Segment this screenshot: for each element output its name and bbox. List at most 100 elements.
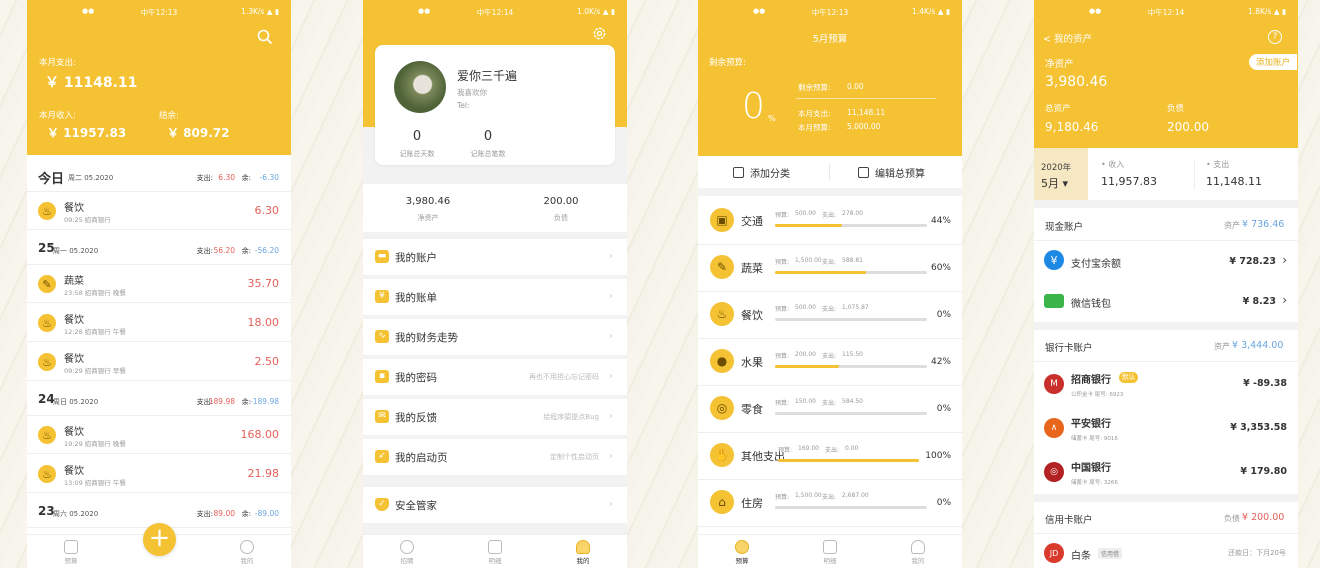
account-tag: 信用借	[1098, 548, 1123, 559]
account-wechat[interactable]: 微信钱包 ¥ 8.23 ›	[1034, 283, 1298, 321]
menu-hint: 再也不用担心忘记密码	[529, 373, 599, 381]
menu-item-6[interactable]: ➶ 我的启动页 定制个性启动页 ›	[363, 439, 627, 475]
bank-amount: ¥ 3,353.58	[1230, 422, 1287, 433]
tab-mine[interactable]: 我的	[227, 540, 267, 565]
transaction-row[interactable]: ✎ 蔬菜 23:58 招商银行 晚餐 35.70	[27, 265, 291, 303]
category-budget: 1,500.00	[795, 257, 822, 264]
tab-detail-label: 明细	[823, 557, 837, 565]
day-header: 24 周日 05.2020 支出: 189.98 余: -189.98	[27, 382, 291, 416]
menu-item-5[interactable]: ✉ 我的反馈 给程序猿提点Bug ›	[363, 399, 627, 435]
credit-account-section: 信用卡账户 负债 ¥ 200.00 JD 白条 信用借 还款日：下月20号	[1034, 502, 1298, 568]
category-spent-label: 支出:	[822, 400, 837, 407]
tab-budget[interactable]: 预算	[722, 540, 762, 565]
add-record-button[interactable]: +	[143, 523, 176, 556]
budget-category-row[interactable]: ✎ 蔬菜 预算: 1,500.00 支出: 588.81 60%	[698, 246, 962, 292]
account-alipay[interactable]: ¥ 支付宝余额 ¥ 728.23 ›	[1034, 242, 1298, 280]
budget-progress-bar	[775, 506, 927, 509]
status-bar: ●● 中午12:14 1.0K/s ▲ ▮	[363, 6, 627, 20]
budget-progress-fill	[775, 271, 867, 274]
add-account-button[interactable]: 添加账户	[1249, 54, 1298, 70]
tab-mine[interactable]: 我的	[563, 540, 603, 565]
bank-account-row[interactable]: ∧ 平安银行 储蓄卡 尾号: 9016 ¥ 3,353.58	[1034, 408, 1298, 450]
chevron-right-icon: ›	[608, 497, 613, 510]
category-name: 餐饮	[741, 309, 763, 322]
category-spent-label: 支出:	[822, 353, 837, 360]
profile-screen: ●● 中午12:14 1.0K/s ▲ ▮ 爱你三千遍 我喜欢你 Tel: 0 …	[363, 0, 627, 568]
transaction-row[interactable]: ♨ 餐饮 19:29 招商银行 晚餐 168.00	[27, 416, 291, 454]
settings-gear-icon[interactable]	[592, 26, 607, 41]
boc-bank-icon: ◎	[1044, 462, 1064, 482]
menu-item-4[interactable]: ▪ 我的密码 再也不用担心忘记密码 ›	[363, 359, 627, 395]
menu-item-1[interactable]: ▬ 我的账户 ›	[363, 239, 627, 275]
budget-progress-fill	[778, 459, 919, 462]
budget-progress-bar	[778, 459, 919, 462]
transaction-meta: 09:25 招商银行	[64, 216, 111, 224]
day-date: 周二 05.2020	[68, 174, 114, 182]
add-category-button[interactable]: 添加分类	[733, 165, 790, 180]
credit-section-kind: 负债	[1224, 514, 1240, 523]
balance-value: ￥ 809.72	[167, 126, 230, 140]
day-header: 今日 周二 05.2020 支出: 6.30 余: -6.30	[27, 158, 291, 192]
asset-summary[interactable]: 3,980.46 净资产 200.00 负债	[363, 184, 627, 232]
transaction-row[interactable]: ♨ 餐饮 12:28 招商银行 午餐 18.00	[27, 304, 291, 342]
month-label: 5月 ▾	[1041, 177, 1069, 190]
budget-category-row[interactable]: ♨ 餐饮 预算: 500.00 支出: 1,075.87 0%	[698, 293, 962, 339]
menu-safety[interactable]: ✓ 安全管家 ›	[363, 487, 627, 523]
status-bar: ●● 中午12:14 1.8K/s ▲ ▮	[1034, 6, 1298, 20]
month-expense-label: 本月支出:	[39, 58, 76, 68]
avatar[interactable]	[394, 61, 446, 113]
wallet-icon: ▬	[375, 250, 389, 263]
budget-category-row[interactable]: ▣ 交通 预算: 500.00 支出: 278.00 44%	[698, 199, 962, 245]
help-icon[interactable]: ?	[1268, 30, 1282, 44]
menu-item-2[interactable]: ¥ 我的账单 ›	[363, 279, 627, 315]
menu-label: 我的反馈	[395, 412, 437, 424]
tab-detail[interactable]: 明细	[810, 540, 850, 565]
budget-summary-value: 0.00	[847, 82, 864, 91]
day-header: 25 周一 05.2020 支出: 56.20 余: -56.20	[27, 231, 291, 265]
divider	[796, 98, 936, 99]
edit-total-budget-button[interactable]: 编辑总预算	[858, 165, 925, 180]
bank-card-info: 储蓄卡 尾号: 3266	[1071, 480, 1118, 486]
transaction-row[interactable]: ♨ 餐饮 09:25 招商银行 6.30	[27, 192, 291, 230]
status-net: 1.4K/s	[912, 7, 936, 16]
income-label: • 收入	[1101, 160, 1125, 169]
tab-recruit[interactable]: 招聘	[387, 540, 427, 565]
search-icon[interactable]	[257, 29, 273, 45]
add-category-label: 添加分类	[750, 169, 790, 180]
bank-account-row[interactable]: ◎ 中国银行 储蓄卡 尾号: 3266 ¥ 179.80	[1034, 452, 1298, 494]
debt-label: 负债	[1167, 104, 1185, 114]
budget-category-row[interactable]: ⌂ 住房 预算: 1,500.00 支出: 2,687.00 0%	[698, 481, 962, 527]
chevron-right-icon: ›	[608, 249, 613, 262]
divider	[1034, 361, 1298, 362]
remain-budget-label: 剩余预算:	[709, 58, 746, 68]
day-date: 周一 05.2020	[53, 247, 99, 255]
transaction-row[interactable]: ♨ 餐饮 13:09 招商银行 午餐 21.98	[27, 455, 291, 493]
bank-account-row[interactable]: M 招商银行 默认 公积金卡 尾号: 6923 ¥ -89.38	[1034, 364, 1298, 406]
back-button[interactable]: < 我的资产	[1043, 31, 1092, 45]
carrot-icon: ✎	[38, 275, 56, 293]
account-name: 微信钱包	[1071, 299, 1111, 310]
transaction-row[interactable]: ♨ 餐饮 09:29 招商银行 早餐 2.50	[27, 343, 291, 381]
house-icon: ⌂	[710, 490, 734, 514]
divider	[1034, 533, 1298, 534]
transaction-category: 蔬菜	[64, 276, 84, 287]
category-spent-label: 支出:	[825, 447, 840, 454]
tab-mine[interactable]: 我的	[898, 540, 938, 565]
budget-title: 5月预算	[812, 34, 848, 45]
transaction-category: 餐饮	[64, 354, 84, 365]
month-picker[interactable]: 2020年 5月 ▾	[1034, 148, 1088, 200]
category-budget: 200.00	[795, 351, 816, 358]
tab-detail[interactable]: 明细	[475, 540, 515, 565]
budget-category-row[interactable]: ✋ 其他支出 预算: 169.00 支出: 0.00 100%	[698, 434, 962, 480]
budget-category-row[interactable]: ● 水果 预算: 200.00 支出: 115.50 42%	[698, 340, 962, 386]
budget-category-row[interactable]: ◎ 零食 预算: 150.00 支出: 584.50 0%	[698, 387, 962, 433]
edit-total-budget-label: 编辑总预算	[875, 169, 925, 180]
budget-summary-value: 5,000.00	[847, 122, 881, 131]
transaction-meta: 13:09 招商银行 午餐	[64, 479, 126, 487]
category-budget: 169.00	[798, 445, 819, 452]
menu-item-3[interactable]: ∿ 我的财务走势 ›	[363, 319, 627, 355]
tab-budget[interactable]: 预算	[51, 540, 91, 565]
account-baitiao[interactable]: JD 白条 信用借 还款日：下月20号	[1034, 537, 1298, 568]
day-expense: 56.20	[213, 246, 235, 255]
menu-label: 我的启动页	[395, 452, 448, 464]
